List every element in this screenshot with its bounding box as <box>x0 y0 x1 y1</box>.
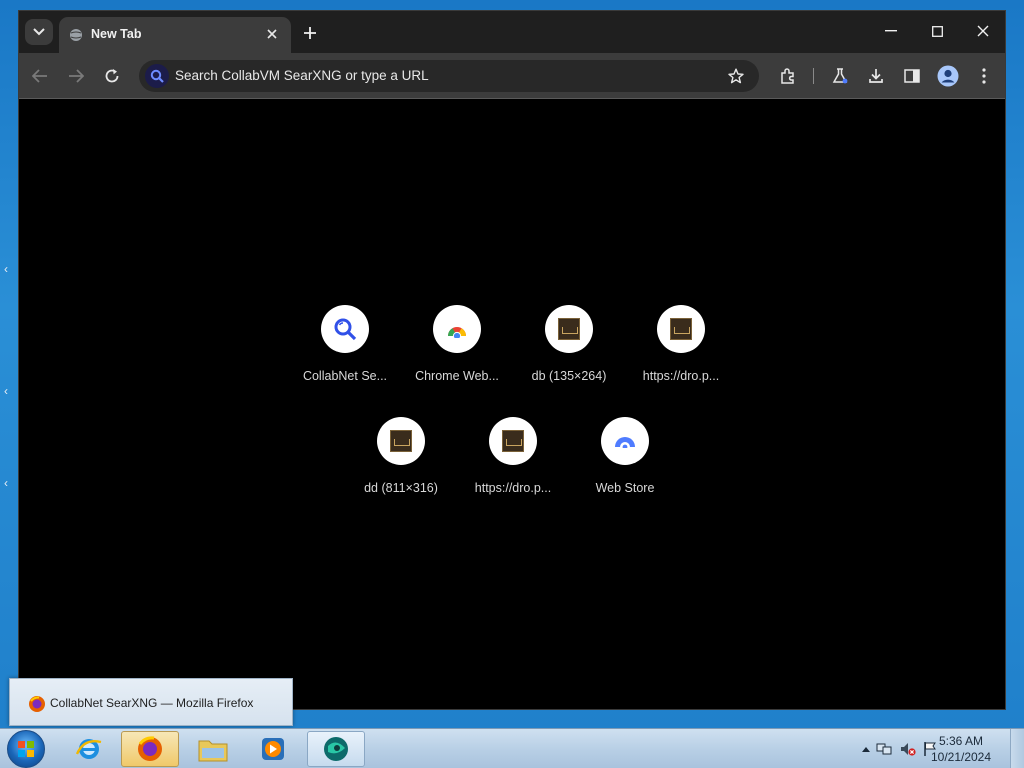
thumbnail-icon <box>545 305 593 353</box>
new-tab-button[interactable] <box>297 21 323 45</box>
shortcut-tile[interactable]: dd (811×316) <box>345 417 457 527</box>
close-icon <box>267 29 277 39</box>
taskbar-firefox[interactable] <box>121 731 179 767</box>
menu-icon <box>982 68 986 84</box>
shortcut-label: Chrome Web... <box>415 369 499 383</box>
clock-time[interactable]: 5:36 AM <box>926 734 996 748</box>
close-window-button[interactable] <box>963 17 1003 45</box>
network-icon[interactable] <box>876 741 892 757</box>
taskbar-internet-explorer[interactable] <box>60 731 118 767</box>
shortcut-label: dd (811×316) <box>364 481 438 495</box>
preview-window-title: CollabNet SearXNG — Mozilla Firefox <box>50 696 254 710</box>
desktop-icon-fragment: ‹ <box>4 262 8 276</box>
side-panel-button[interactable] <box>899 63 925 89</box>
tab-new-tab[interactable]: New Tab <box>59 17 291 53</box>
desktop-icon-fragment: ‹ <box>4 384 8 398</box>
internet-explorer-icon <box>75 739 102 759</box>
menu-button[interactable] <box>971 63 997 89</box>
minimize-icon <box>885 30 897 32</box>
forward-button[interactable] <box>63 63 89 89</box>
start-button[interactable] <box>7 730 45 768</box>
back-icon <box>32 69 47 83</box>
download-icon <box>869 69 883 83</box>
toolbar: Search CollabVM SearXNG or type a URL <box>19 53 1005 99</box>
taskbar: 5:36 AM 10/21/2024 <box>0 728 1024 768</box>
plus-icon <box>304 27 316 39</box>
shortcut-tile[interactable]: https://dro.p... <box>457 417 569 527</box>
profile-button[interactable] <box>935 63 961 89</box>
media-player-icon <box>262 738 284 760</box>
collabvm-icon <box>324 737 348 761</box>
searxng-icon <box>321 305 369 353</box>
shortcut-tile[interactable]: Web Store <box>569 417 681 527</box>
close-icon <box>977 25 989 37</box>
side-panel-icon <box>904 69 920 83</box>
taskbar-media-player[interactable] <box>244 731 302 767</box>
shortcut-tile[interactable]: https://dro.p... <box>625 305 737 415</box>
address-bar-placeholder: Search CollabVM SearXNG or type a URL <box>175 68 429 83</box>
close-tab-button[interactable] <box>261 23 283 45</box>
tab-title: New Tab <box>91 27 142 41</box>
profile-icon <box>937 65 959 87</box>
folder-icon <box>198 740 228 762</box>
labs-icon <box>832 68 848 84</box>
shortcut-tile[interactable]: CollabNet Se... <box>289 305 401 415</box>
shortcut-label: db (135×264) <box>531 369 607 383</box>
maximize-button[interactable] <box>917 17 957 45</box>
volume-muted-icon[interactable] <box>900 741 916 757</box>
extensions-icon <box>781 68 794 84</box>
reload-button[interactable] <box>99 63 125 89</box>
tab-search-button[interactable] <box>25 19 53 45</box>
globe-icon <box>70 29 82 41</box>
clock-date[interactable]: 10/21/2024 <box>926 750 996 764</box>
shortcut-tile[interactable]: db (135×264) <box>513 305 625 415</box>
show-hidden-icons-button[interactable] <box>858 741 874 757</box>
chrome-web-store-icon <box>433 305 481 353</box>
labs-button[interactable] <box>827 63 853 89</box>
tab-strip: New Tab <box>19 11 1005 53</box>
shortcut-label: https://dro.p... <box>474 481 552 495</box>
toolbar-divider <box>813 68 814 84</box>
show-desktop-button[interactable] <box>1010 729 1024 768</box>
reload-icon <box>105 69 119 83</box>
thumbnail-icon <box>489 417 537 465</box>
maximize-icon <box>931 25 943 37</box>
system-tray: 5:36 AM 10/21/2024 <box>834 729 1024 768</box>
shortcut-label: CollabNet Se... <box>302 369 388 383</box>
bookmark-button[interactable] <box>725 65 747 87</box>
windows-logo-icon <box>18 741 34 757</box>
shortcut-label: Web Store <box>595 481 655 495</box>
desktop-icon-fragment: ‹ <box>4 476 8 490</box>
browser-window: New Tab Search CollabVM SearXNG or type … <box>18 10 1006 710</box>
taskbar-preview[interactable]: CollabNet SearXNG — Mozilla Firefox <box>9 678 293 726</box>
download-button[interactable] <box>863 63 889 89</box>
firefox-icon <box>29 696 45 712</box>
web-store-icon <box>601 417 649 465</box>
search-icon <box>145 64 169 88</box>
thumbnail-icon <box>377 417 425 465</box>
address-bar[interactable]: Search CollabVM SearXNG or type a URL <box>139 60 759 92</box>
taskbar-collabvm[interactable] <box>307 731 365 767</box>
chevron-up-icon <box>862 747 870 752</box>
shortcut-tile[interactable]: Chrome Web... <box>401 305 513 415</box>
minimize-button[interactable] <box>871 17 911 45</box>
shortcut-label: https://dro.p... <box>642 369 720 383</box>
firefox-icon <box>138 736 162 761</box>
forward-icon <box>69 69 84 83</box>
chevron-down-icon <box>33 28 45 36</box>
star-icon <box>728 68 744 84</box>
extensions-button[interactable] <box>775 63 801 89</box>
thumbnail-icon <box>657 305 705 353</box>
back-button[interactable] <box>27 63 53 89</box>
taskbar-file-explorer[interactable] <box>184 731 242 767</box>
